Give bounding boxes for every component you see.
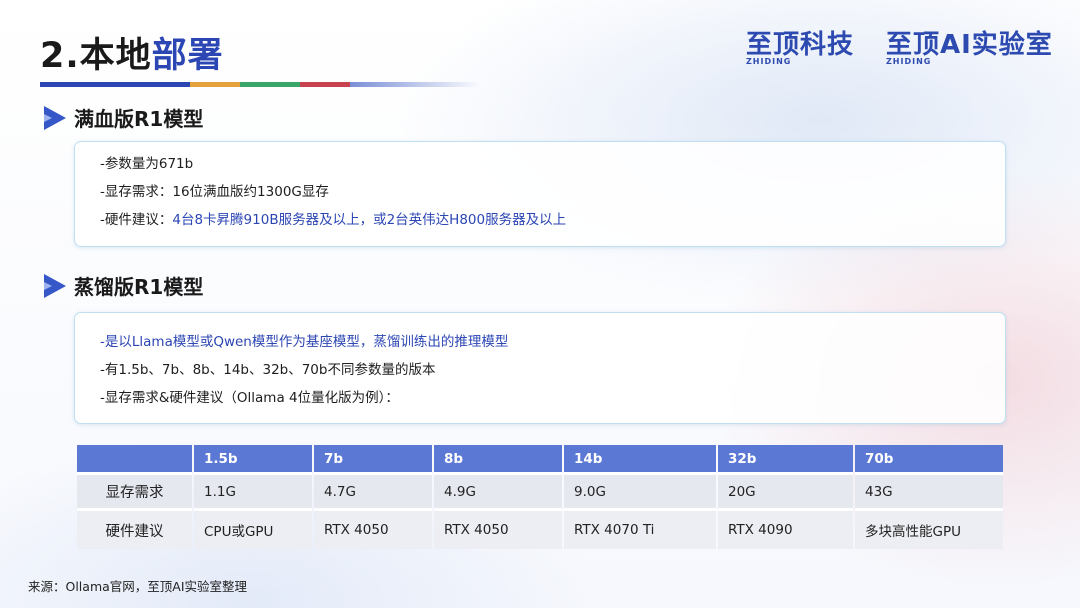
table-cell: CPU或GPU — [194, 508, 312, 549]
source-note: 来源：Ollama官网，至顶AI实验室整理 — [28, 579, 248, 594]
table-cell: 43G — [855, 475, 1003, 508]
table-header-cell: 1.5b — [194, 445, 312, 475]
table-header-cell: 70b — [855, 445, 1003, 475]
row-label: 显存需求 — [77, 475, 192, 508]
full-r1-info-box: -参数量为671b -显存需求：16位满血版约1300G显存 -硬件建议：4台8… — [74, 141, 1006, 247]
page-title-part1: 2.本地 — [40, 36, 152, 76]
table-cell: 4.9G — [434, 475, 562, 508]
table-header-cell: 8b — [434, 445, 562, 475]
page-title-part2: 部署 — [151, 36, 224, 76]
model-spec-table: 1.5b 7b 8b 14b 32b 70b 显存需求 1.1G 4.7G 4.… — [75, 445, 1005, 549]
page-title: 2.本地部署 — [40, 34, 224, 78]
section-heading-distilled-r1: 蒸馏版R1模型 — [44, 271, 203, 300]
section-heading-full-r1: 满血版R1模型 — [44, 103, 203, 132]
table-cell: RTX 4050 — [434, 508, 562, 549]
table-cell: RTX 4050 — [314, 508, 432, 549]
title-underline-bar — [40, 82, 480, 87]
table-header-cell: 7b — [314, 445, 432, 475]
distilled-r1-info-box: -是以Llama模型或Qwen模型作为基座模型，蒸馏训练出的推理模型 -有1.5… — [74, 312, 1006, 424]
table-cell: 9.0G — [564, 475, 716, 508]
table-header-cell: 32b — [718, 445, 853, 475]
arrow-icon — [44, 273, 66, 298]
info-line: -是以Llama模型或Qwen模型作为基座模型，蒸馏训练出的推理模型 — [100, 334, 509, 350]
section-heading-text: 满血版R1模型 — [74, 107, 204, 131]
info-line: -硬件建议：4台8卡昇腾910B服务器及以上，或2台英伟达H800服务器及以上 — [100, 212, 567, 228]
info-line: -有1.5b、7b、8b、14b、32b、70b不同参数量的版本 — [100, 362, 436, 378]
table-header-cell — [77, 445, 192, 475]
table-cell: 多块高性能GPU — [855, 508, 1003, 549]
row-label: 硬件建议 — [77, 508, 192, 549]
arrow-icon — [44, 105, 66, 130]
table-cell: 4.7G — [314, 475, 432, 508]
table-row: 硬件建议 CPU或GPU RTX 4050 RTX 4050 RTX 4070 … — [77, 508, 1003, 549]
table-header-row: 1.5b 7b 8b 14b 32b 70b — [77, 445, 1003, 475]
table-header-cell: 14b — [564, 445, 716, 475]
table-cell: RTX 4070 Ti — [564, 508, 716, 549]
info-line: -显存需求&硬件建议（Ollama 4位量化版为例）： — [100, 390, 399, 406]
table-cell: 20G — [718, 475, 853, 508]
info-line: -参数量为671b — [100, 156, 194, 172]
zhiding-ai-lab-logo: 至顶AI实验室 ZHIDING — [886, 30, 1053, 66]
zhiding-tech-logo: 至顶科技 ZHIDING — [746, 30, 855, 66]
table-row: 显存需求 1.1G 4.7G 4.9G 9.0G 20G 43G — [77, 475, 1003, 508]
table-cell: 1.1G — [194, 475, 312, 508]
section-heading-text: 蒸馏版R1模型 — [74, 275, 204, 299]
info-line: -显存需求：16位满血版约1300G显存 — [100, 184, 329, 200]
table-cell: RTX 4090 — [718, 508, 853, 549]
